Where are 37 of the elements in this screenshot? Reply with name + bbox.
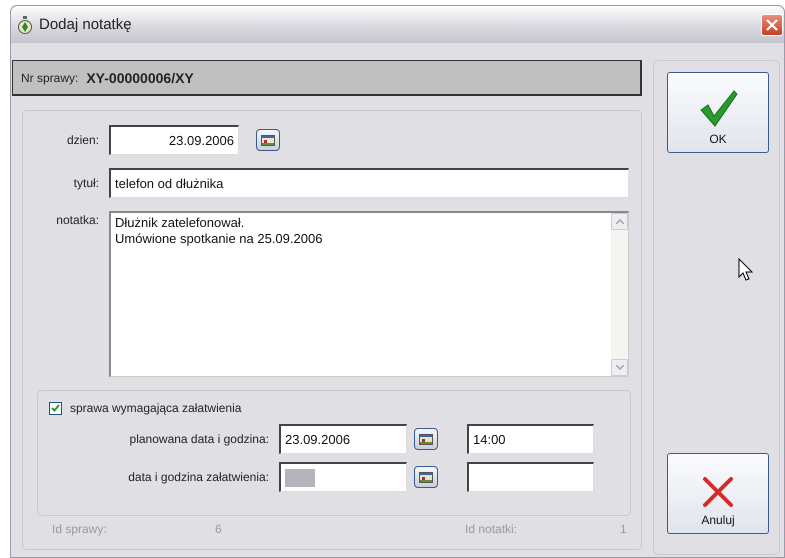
calendar-icon [419,434,433,444]
calendar-icon [261,134,275,146]
id-value: 6 [215,522,223,536]
empty-date-marker [285,468,315,486]
time-field[interactable]: 14:00 [467,424,594,454]
case-number-label: Nr sprawy: [21,70,78,84]
id-label: Id notatki: [465,522,518,536]
field-label: dzien: [66,132,99,147]
ok-button[interactable]: OK [667,72,769,153]
time-field[interactable] [467,462,594,492]
calendar-icon [419,472,433,482]
scrollbar[interactable] [611,213,628,376]
checkmark-icon [698,88,738,128]
checkbox[interactable] [49,402,62,414]
field-label: data i godzina załatwienia: [127,469,270,484]
calendar-button[interactable] [414,428,438,450]
id-value: 1 [620,522,627,536]
calendar-button[interactable] [256,129,280,151]
date-field[interactable]: 23.09.2006 [279,424,407,454]
check-icon [51,404,60,412]
close-button[interactable] [761,14,783,36]
cancel-button[interactable]: Anuluj [667,453,769,534]
checkbox-label: sprawa wymagająca załatwienia [70,401,242,415]
case-number: XY-00000006/XY [86,70,194,86]
field-label: planowana data i godzina: [128,431,270,446]
date-field[interactable]: 23.09.2006 [109,125,239,155]
field-label: tytuł: [72,175,99,190]
close-icon [766,18,778,30]
id-label: Id sprawy: [52,522,108,536]
mouse-cursor-icon [738,258,754,282]
title-field[interactable]: telefon od dłużnika [109,168,629,198]
close-icon [701,475,735,509]
window-title: Dodaj notatkę [39,16,133,33]
field-label: notatka: [55,212,99,227]
app-icon [17,16,33,34]
date-field[interactable] [279,462,407,492]
calendar-button[interactable] [414,466,438,488]
